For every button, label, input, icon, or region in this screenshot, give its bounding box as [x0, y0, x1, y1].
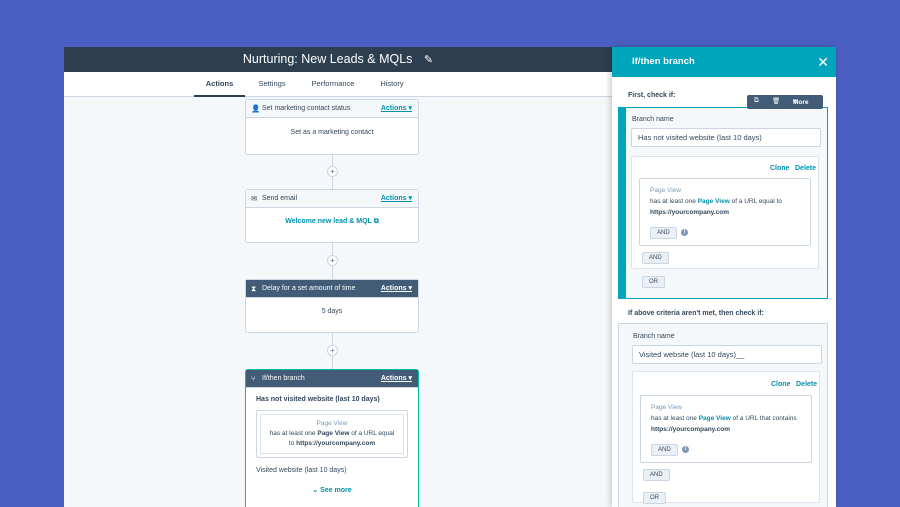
action-card-delay[interactable]: ⧗ Delay for a set amount of time Actions…	[245, 279, 419, 333]
clone-button[interactable]: Clone	[771, 381, 790, 388]
action-card-header: ⧗ Delay for a set amount of time Actions…	[246, 280, 418, 298]
criteria-inner-box: Page View has at least one Page View of …	[260, 414, 404, 454]
branch-toolbar: ⧉ 🗑 More ▾	[747, 95, 823, 109]
criteria-type: Page View	[316, 420, 348, 427]
branch-name-2: Visited website (last 10 days)	[256, 467, 347, 474]
panel-title: If/then branch	[632, 56, 695, 67]
tab-performance[interactable]: Performance	[304, 72, 362, 97]
more-dropdown[interactable]: More ▾	[793, 97, 809, 106]
action-card-title: Delay for a set amount of time	[262, 285, 356, 292]
hourglass-icon: ⧗	[251, 284, 257, 293]
or-button[interactable]: OR	[642, 276, 665, 288]
email-link[interactable]: Welcome new lead & MQL	[285, 218, 372, 225]
delete-button[interactable]: Delete	[796, 381, 817, 388]
if-then-branch-panel: If/then branch ✕ First, check if: Branch…	[612, 47, 836, 507]
action-card-body: Set as a marketing contact	[290, 129, 374, 136]
else-check-label: If above criteria aren't met, then check…	[628, 310, 764, 317]
first-check-label: First, check if:	[628, 92, 676, 99]
branch-card-body: Has not visited website (last 10 days) P…	[246, 388, 418, 502]
branch-icon: ⑂	[251, 374, 256, 383]
external-link-icon: ⧉	[373, 218, 379, 225]
action-card-title: Send email	[262, 195, 298, 202]
chevron-down-icon: ⌄	[312, 487, 319, 494]
action-card-header: ⑂ If/then branch Actions ▾	[246, 370, 418, 388]
trash-icon[interactable]: 🗑	[772, 97, 780, 105]
criteria-type: Page View	[650, 187, 681, 194]
add-step-button[interactable]: +	[327, 345, 338, 356]
tab-actions[interactable]: Actions	[194, 72, 245, 97]
info-icon[interactable]: i	[681, 229, 688, 236]
clone-button[interactable]: Clone	[770, 165, 789, 172]
app-header: Nurturing: New Leads & MQLs ✎	[64, 47, 612, 72]
action-card-send-email[interactable]: ✉ Send email Actions ▾ Welcome new lead …	[245, 189, 419, 243]
branch-name-input[interactable]: Has not visited website (last 10 days)	[631, 128, 821, 147]
action-card-if-then-branch[interactable]: ⑂ If/then branch Actions ▾ Has not visit…	[245, 369, 419, 507]
criteria-text: has at least one Page View of a URL that…	[651, 415, 797, 422]
pencil-icon[interactable]: ✎	[424, 48, 433, 73]
branch-name-input[interactable]: Visited website (last 10 days)__	[632, 345, 822, 364]
add-step-button[interactable]: +	[327, 166, 338, 177]
criteria-type: Page View	[651, 404, 682, 411]
action-card-header: ✉ Send email Actions ▾	[246, 190, 418, 208]
or-button[interactable]: OR	[643, 492, 666, 504]
branch-name: Has not visited website (last 10 days)	[256, 396, 380, 403]
copy-icon[interactable]: ⧉	[754, 97, 759, 105]
and-button-inner[interactable]: AND	[651, 444, 678, 456]
action-card-header: 👤 Set marketing contact status Actions ▾	[246, 100, 418, 118]
tab-bar: Actions Settings Performance History	[64, 72, 612, 97]
workflow-title: Nurturing: New Leads & MQLs	[242, 52, 413, 66]
action-card-title: If/then branch	[262, 375, 305, 382]
action-card-body: 5 days	[321, 308, 343, 315]
person-icon: 👤	[251, 104, 261, 113]
action-card-body: Welcome new lead & MQL ⧉	[246, 208, 418, 226]
see-more-link[interactable]: ⌄ See more	[256, 486, 408, 494]
delete-button[interactable]: Delete	[795, 165, 816, 172]
branch-editor-2[interactable]: Branch name Visited website (last 10 day…	[618, 323, 828, 507]
add-step-button[interactable]: +	[327, 255, 338, 266]
action-card-title: Set marketing contact status	[262, 105, 351, 112]
workflow-canvas: 👤 Set marketing contact status Actions ▾…	[64, 97, 612, 507]
criteria-url: https://yourcompany.com	[650, 209, 729, 216]
actions-dropdown[interactable]: Actions ▾	[381, 370, 412, 388]
action-card-set-status[interactable]: 👤 Set marketing contact status Actions ▾…	[245, 99, 419, 155]
criteria-url: https://yourcompany.com	[651, 426, 730, 433]
branch-editor-1[interactable]: Branch name Has not visited website (las…	[618, 107, 828, 299]
actions-dropdown[interactable]: Actions ▾	[381, 100, 412, 118]
and-button[interactable]: AND	[642, 252, 669, 264]
actions-dropdown[interactable]: Actions ▾	[381, 190, 412, 208]
and-button-inner[interactable]: AND	[650, 227, 677, 239]
branch-name-label: Branch name	[633, 333, 675, 340]
info-icon[interactable]: i	[682, 446, 689, 453]
criteria-box: Page View has at least one Page View of …	[256, 410, 408, 458]
close-icon[interactable]: ✕	[817, 47, 829, 77]
panel-header: If/then branch ✕	[612, 47, 836, 77]
actions-dropdown[interactable]: Actions ▾	[381, 280, 412, 298]
criteria-text: has at least one Page View of a URL equa…	[650, 198, 782, 205]
and-button[interactable]: AND	[643, 469, 670, 481]
envelope-icon: ✉	[251, 194, 258, 203]
criteria-text: has at least one Page View of a URL equa…	[269, 430, 395, 447]
tab-settings[interactable]: Settings	[250, 72, 294, 97]
branch-name-label: Branch name	[632, 116, 674, 123]
tab-history[interactable]: History	[370, 72, 414, 97]
